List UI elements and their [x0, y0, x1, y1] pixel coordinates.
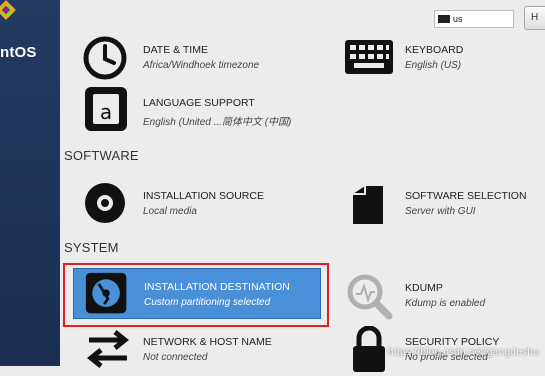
network-arrows-icon [86, 330, 130, 368]
installation-destination-spoke[interactable]: INSTALLATION DESTINATION Custom partitio… [73, 268, 321, 319]
date-time-status: Africa/Windhoek timezone [143, 60, 260, 71]
keyboard-title: KEYBOARD [405, 44, 464, 56]
language-support-spoke[interactable]: a LANGUAGE SUPPORT English (United ...简体… [83, 87, 343, 135]
software-selection-status: Server with GUI [405, 206, 476, 217]
watermark: https://blog.csdn.net/gangdeshu [387, 347, 539, 358]
disc-icon [85, 183, 125, 223]
language-icon: a [85, 87, 127, 131]
date-time-spoke[interactable]: DATE & TIME Africa/Windhoek timezone [83, 34, 313, 82]
system-section-header: SYSTEM [64, 240, 119, 255]
software-selection-title: SOFTWARE SELECTION [405, 190, 527, 202]
keyboard-status: English (US) [405, 60, 462, 71]
kdump-title: KDUMP [405, 282, 443, 294]
installation-destination-status: Custom partitioning selected [144, 297, 271, 308]
installation-source-status: Local media [143, 206, 197, 217]
keyboard-layout-indicator[interactable]: us [434, 10, 514, 28]
network-hostname-spoke[interactable]: NETWORK & HOST NAME Not connected [83, 326, 333, 368]
help-button[interactable]: H [524, 6, 545, 30]
network-hostname-title: NETWORK & HOST NAME [143, 336, 272, 348]
installation-source-title: INSTALLATION SOURCE [143, 190, 264, 202]
magnifier-icon [347, 274, 393, 320]
keyboard-icon [345, 40, 393, 74]
keyboard-spoke[interactable]: KEYBOARD English (US) [345, 34, 545, 82]
kdump-status: Kdump is enabled [405, 298, 486, 309]
clock-icon [83, 36, 127, 80]
sidebar: ntOS [0, 0, 60, 366]
network-hostname-status: Not connected [143, 352, 208, 363]
package-icon [353, 186, 383, 224]
centos-logo-icon [0, 0, 16, 20]
svg-text:a: a [100, 100, 112, 124]
language-support-title: LANGUAGE SUPPORT [143, 97, 255, 109]
language-support-status: English (United ...简体中文 (中国) [143, 117, 292, 128]
date-time-title: DATE & TIME [143, 44, 208, 56]
hard-drive-icon [85, 272, 127, 314]
kdump-spoke[interactable]: KDUMP Kdump is enabled [345, 272, 545, 320]
brand-text: ntOS [0, 44, 37, 61]
keyboard-icon [438, 15, 450, 23]
installation-source-spoke[interactable]: INSTALLATION SOURCE Local media [83, 180, 323, 228]
software-section-header: SOFTWARE [64, 148, 139, 163]
installation-destination-title: INSTALLATION DESTINATION [144, 281, 290, 293]
security-policy-spoke[interactable]: SECURITY POLICY No profile selected [345, 326, 545, 372]
software-selection-spoke[interactable]: SOFTWARE SELECTION Server with GUI [345, 180, 545, 228]
